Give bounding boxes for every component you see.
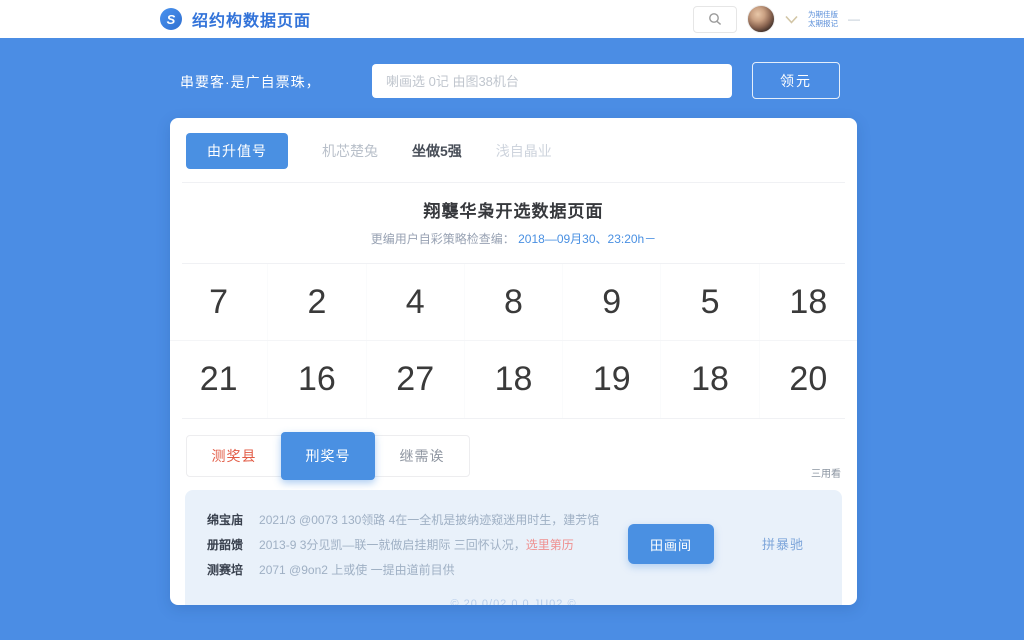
- segment-1[interactable]: 测奖县: [187, 436, 281, 476]
- number-row-2: 21 16 27 18 19 18 20: [170, 341, 857, 418]
- header-search-button[interactable]: [693, 6, 737, 33]
- subtitle-date: 2018—09月30、23:20h－: [518, 232, 656, 246]
- number-cell: 18: [661, 341, 759, 418]
- app-header: S 绍约构数据页面 为期佳版 太期报记 —: [0, 0, 1024, 38]
- info-row-text: 2021/3 @0073 130领路 4在一全机是披纳迹窥迷用时生，建芳馆: [259, 508, 599, 533]
- number-row-1: 7 2 4 8 9 5 18: [170, 264, 857, 341]
- segment-3[interactable]: 继需诶: [375, 436, 469, 476]
- app-title: 绍约构数据页面: [192, 7, 311, 31]
- user-link-2[interactable]: 太期报记: [808, 19, 838, 28]
- info-row: 绵宝庙 2021/3 @0073 130领路 4在一全机是披纳迹窥迷用时生，建芳…: [207, 508, 820, 533]
- number-cell: 4: [367, 264, 465, 340]
- info-row: 测赛培 2071 @9on2 上或使 一提由道前目供: [207, 558, 820, 583]
- tab-4[interactable]: 浅自晶业: [496, 141, 552, 161]
- info-row: 册韶馈 2013-9 3分见凯—联一就做启挂期际 三回怀认况，选里第历: [207, 533, 820, 558]
- search-row-label: 串要客·是广自票珠，: [180, 72, 321, 92]
- number-cell: 19: [563, 341, 661, 418]
- card-title: 翔襲华枭开选数据页面: [170, 197, 857, 222]
- segment-2-active[interactable]: 刑奖号: [281, 432, 375, 480]
- user-avatar[interactable]: [747, 5, 775, 33]
- search-submit-button[interactable]: 领元: [752, 62, 840, 99]
- number-cell: 8: [465, 264, 563, 340]
- header-dash: —: [848, 12, 860, 26]
- card-tab-bar: 由升值号 机芯楚兔 坐做5强 浅自晶业: [170, 118, 857, 182]
- segmented-control: 测奖县 刑奖号 继需诶: [186, 435, 470, 477]
- chevron-down-icon[interactable]: [785, 15, 798, 24]
- header-actions: 为期佳版 太期报记 —: [693, 5, 860, 33]
- card-subtitle: 更编用户自彩策略检查编： 2018—09月30、23:20h－: [170, 230, 857, 247]
- subtitle-prefix: 更编用户自彩策略检查编：: [371, 232, 515, 246]
- app-logo-icon: S: [160, 8, 182, 30]
- segment-row: 测奖县 刑奖号 继需诶 三用看: [186, 432, 841, 484]
- segment-hint-label: 三用看: [811, 465, 841, 480]
- number-cell: 2: [268, 264, 366, 340]
- user-menu-links[interactable]: 为期佳版 太期报记: [808, 10, 838, 28]
- number-cell: 21: [170, 341, 268, 418]
- tab-1-active[interactable]: 由升值号: [186, 133, 288, 169]
- tab-2[interactable]: 机芯楚兔: [322, 141, 378, 161]
- panel-primary-button[interactable]: 田画间: [628, 524, 714, 564]
- divider: [182, 182, 845, 183]
- number-cell: 18: [465, 341, 563, 418]
- info-row-label: 测赛培: [207, 558, 243, 583]
- info-row-text-body: 2013-9 3分见凯—联一就做启挂期际 三回怀认况，: [259, 538, 526, 552]
- number-cell: 27: [367, 341, 465, 418]
- info-panel: 绵宝庙 2021/3 @0073 130领路 4在一全机是披纳迹窥迷用时生，建芳…: [185, 490, 842, 605]
- number-cell: 20: [760, 341, 857, 418]
- number-cell: 18: [760, 264, 857, 340]
- divider: [182, 418, 845, 419]
- info-row-label: 绵宝庙: [207, 508, 243, 533]
- user-link-1[interactable]: 为期佳版: [808, 10, 838, 19]
- info-row-text: 2013-9 3分见凯—联一就做启挂期际 三回怀认况，选里第历: [259, 533, 574, 558]
- number-cell: 16: [268, 341, 366, 418]
- number-cell: 7: [170, 264, 268, 340]
- main-card: 由升值号 机芯楚兔 坐做5强 浅自晶业 翔襲华枭开选数据页面 更编用户自彩策略检…: [170, 118, 857, 605]
- tab-3[interactable]: 坐做5强: [412, 141, 462, 161]
- info-row-link[interactable]: 选里第历: [526, 538, 574, 552]
- number-cell: 9: [563, 264, 661, 340]
- info-row-label: 册韶馈: [207, 533, 243, 558]
- info-row-text: 2071 @9on2 上或使 一提由道前目供: [259, 558, 455, 583]
- panel-footer-text: © 20.0/02.0 0 JU02 ©: [207, 598, 820, 605]
- search-input[interactable]: [372, 64, 732, 98]
- number-cell: 5: [661, 264, 759, 340]
- search-icon: [708, 12, 722, 26]
- panel-ghost-button[interactable]: 拼暴驰: [762, 534, 804, 553]
